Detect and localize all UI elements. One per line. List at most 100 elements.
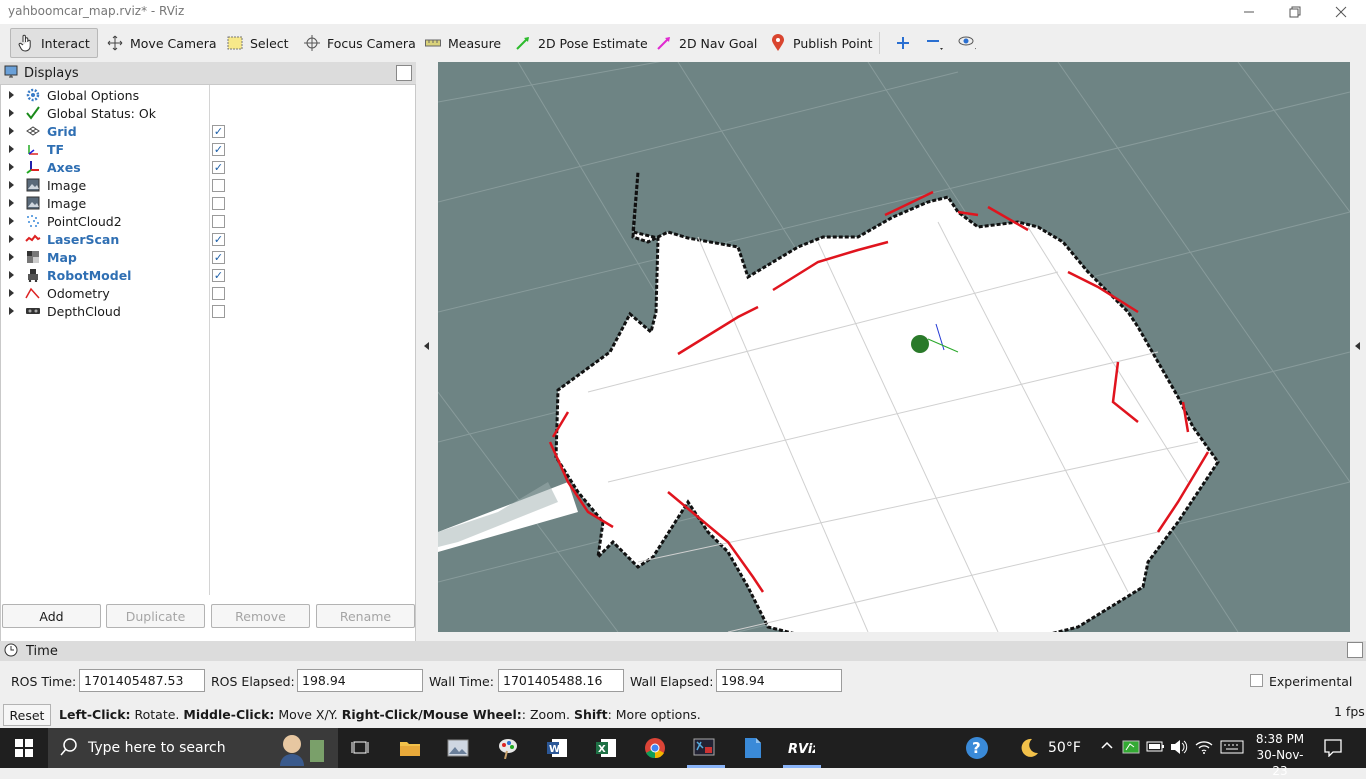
reset-button[interactable]: Reset xyxy=(3,704,51,726)
excel-app-icon[interactable]: X xyxy=(592,734,620,762)
nav-goal-label: 2D Nav Goal xyxy=(679,35,758,51)
depthcloud-enabled-checkbox[interactable] xyxy=(212,304,225,318)
notifications-icon[interactable] xyxy=(1324,739,1342,760)
ros-elapsed-field[interactable]: 198.94 xyxy=(297,669,423,692)
vm-window-icon[interactable] xyxy=(690,734,718,762)
gpu-tray-icon[interactable] xyxy=(1122,738,1140,759)
expand-arrow-icon[interactable] xyxy=(9,307,14,315)
volume-icon[interactable] xyxy=(1170,739,1188,758)
help-shift: Shift xyxy=(573,707,608,722)
tf-enabled-checkbox[interactable]: ✓ xyxy=(212,142,225,156)
publish-point-tool-button[interactable]: Publish Point xyxy=(763,28,879,58)
map-enabled-checkbox[interactable]: ✓ xyxy=(212,250,225,264)
taskbar-clock[interactable]: 8:38 PM 30-Nov-23 xyxy=(1255,731,1305,779)
paint-app-icon[interactable] xyxy=(494,734,522,762)
pose-estimate-label: 2D Pose Estimate xyxy=(538,35,648,51)
svg-text:W: W xyxy=(549,744,560,755)
rename-display-button[interactable]: Rename xyxy=(316,604,415,628)
collapse-right-panel-arrow-icon[interactable] xyxy=(1355,342,1360,350)
expand-arrow-icon[interactable] xyxy=(9,289,14,297)
measure-tool-button[interactable]: Measure xyxy=(418,28,507,58)
map-render xyxy=(438,62,1350,632)
axes-enabled-checkbox[interactable]: ✓ xyxy=(212,160,225,174)
focus-camera-tool-button[interactable]: Focus Camera xyxy=(297,28,422,58)
help-question-icon[interactable]: ? xyxy=(963,734,991,762)
odometry-enabled-checkbox[interactable] xyxy=(212,286,225,300)
display-item-robotmodel[interactable]: RobotModel ✓ xyxy=(1,266,415,284)
displays-title: Displays xyxy=(24,65,79,81)
expand-arrow-icon[interactable] xyxy=(9,109,14,117)
experimental-checkbox[interactable] xyxy=(1250,674,1263,687)
image-enabled-checkbox[interactable] xyxy=(212,178,225,192)
3d-viewport[interactable] xyxy=(438,62,1350,632)
rviz-app-icon[interactable]: RViz xyxy=(787,734,815,762)
wall-time-field[interactable]: 1701405488.16 xyxy=(498,669,624,692)
ros-time-field[interactable]: 1701405487.53 xyxy=(79,669,205,692)
battery-icon[interactable] xyxy=(1146,739,1166,758)
time-panel: ROS Time: 1701405487.53 ROS Elapsed: 198… xyxy=(0,668,1366,694)
nav-goal-tool-button[interactable]: 2D Nav Goal xyxy=(649,28,763,58)
photos-app-icon[interactable] xyxy=(444,734,472,762)
interact-tool-button[interactable]: Interact xyxy=(10,28,98,58)
document-app-icon[interactable] xyxy=(739,734,767,762)
undock-displays-button[interactable] xyxy=(396,65,412,81)
expand-arrow-icon[interactable] xyxy=(9,235,14,243)
expand-arrow-icon[interactable] xyxy=(9,217,14,225)
select-tool-button[interactable]: Select xyxy=(220,28,295,58)
close-button[interactable] xyxy=(1318,0,1364,24)
chrome-browser-icon[interactable] xyxy=(641,734,669,762)
remove-display-button[interactable]: Remove xyxy=(211,604,310,628)
expand-arrow-icon[interactable] xyxy=(9,127,14,135)
display-item-pointcloud2[interactable]: PointCloud2 xyxy=(1,212,415,230)
duplicate-display-button[interactable]: Duplicate xyxy=(106,604,205,628)
expand-arrow-icon[interactable] xyxy=(9,253,14,261)
display-item-grid[interactable]: Grid ✓ xyxy=(1,122,415,140)
display-item-global-status[interactable]: Global Status: Ok xyxy=(1,104,415,122)
move-camera-tool-button[interactable]: Move Camera xyxy=(100,28,223,58)
display-item-image[interactable]: Image xyxy=(1,194,415,212)
chevron-up-icon[interactable] xyxy=(1100,738,1114,756)
displays-tree: Global Options Global Status: Ok Grid ✓ … xyxy=(0,84,416,658)
display-item-odometry[interactable]: Odometry xyxy=(1,284,415,302)
add-tool-button[interactable] xyxy=(888,28,918,58)
robotmodel-enabled-checkbox[interactable]: ✓ xyxy=(212,268,225,282)
display-item-label: LaserScan xyxy=(47,231,120,247)
display-item-global-options[interactable]: Global Options xyxy=(1,86,415,104)
wifi-icon[interactable] xyxy=(1195,739,1213,758)
taskbar-search-box[interactable]: Type here to search xyxy=(48,728,338,768)
keyboard-icon[interactable] xyxy=(1220,740,1244,757)
file-explorer-icon[interactable] xyxy=(396,734,424,762)
minimize-button[interactable] xyxy=(1226,0,1272,24)
clock-time: 8:38 PM xyxy=(1255,732,1305,746)
collapse-left-panel-arrow-icon[interactable] xyxy=(424,342,429,350)
display-item-laserscan[interactable]: LaserScan ✓ xyxy=(1,230,415,248)
display-item-map[interactable]: Map ✓ xyxy=(1,248,415,266)
pose-estimate-tool-button[interactable]: 2D Pose Estimate xyxy=(508,28,654,58)
add-display-button[interactable]: Add xyxy=(2,604,101,628)
robot-icon xyxy=(25,267,41,283)
word-app-icon[interactable]: W xyxy=(543,734,571,762)
search-highlight-image-icon xyxy=(266,730,332,766)
task-view-icon[interactable] xyxy=(346,734,374,762)
wall-elapsed-field[interactable]: 198.94 xyxy=(716,669,842,692)
display-item-image[interactable]: Image xyxy=(1,176,415,194)
windows-start-icon[interactable] xyxy=(10,734,38,762)
view-options-button[interactable] xyxy=(952,28,982,58)
display-item-tf[interactable]: TF ✓ xyxy=(1,140,415,158)
expand-arrow-icon[interactable] xyxy=(9,91,14,99)
maximize-button[interactable] xyxy=(1272,0,1318,24)
pointcloud2-enabled-checkbox[interactable] xyxy=(212,214,225,228)
pink-arrow-icon xyxy=(655,34,673,52)
remove-tool-button[interactable] xyxy=(920,28,950,58)
expand-arrow-icon[interactable] xyxy=(9,271,14,279)
undock-time-button[interactable] xyxy=(1347,642,1363,658)
expand-arrow-icon[interactable] xyxy=(9,199,14,207)
expand-arrow-icon[interactable] xyxy=(9,145,14,153)
display-item-axes[interactable]: Axes ✓ xyxy=(1,158,415,176)
grid-enabled-checkbox[interactable]: ✓ xyxy=(212,124,225,138)
expand-arrow-icon[interactable] xyxy=(9,163,14,171)
expand-arrow-icon[interactable] xyxy=(9,181,14,189)
image-enabled-checkbox[interactable] xyxy=(212,196,225,210)
laserscan-enabled-checkbox[interactable]: ✓ xyxy=(212,232,225,246)
display-item-depthcloud[interactable]: DepthCloud xyxy=(1,302,415,320)
